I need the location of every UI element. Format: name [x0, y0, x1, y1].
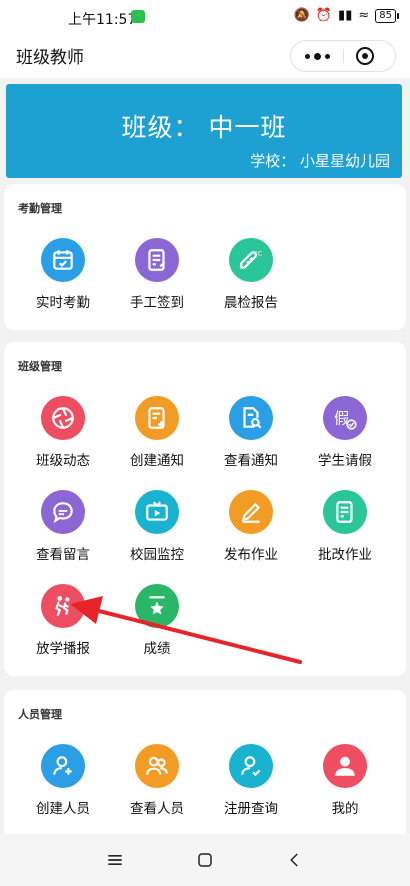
- item-label: 手工签到: [130, 295, 184, 311]
- item-label: 注册查询: [224, 801, 278, 817]
- item-label: 发布作业: [224, 547, 278, 563]
- profile-icon: [323, 744, 367, 788]
- checklist-edit-icon: [135, 238, 179, 282]
- doc-search-icon: [229, 396, 273, 440]
- mute-icon: 🔕: [293, 8, 310, 23]
- grid-item-campus-monitor[interactable]: 校园监控: [110, 490, 204, 563]
- item-label: 创建人员: [36, 801, 90, 817]
- back-icon[interactable]: [283, 848, 307, 872]
- item-label: 创建通知: [130, 453, 184, 469]
- grid-item-student-leave[interactable]: 假 学生请假: [298, 396, 392, 469]
- item-label: 班级动态: [36, 453, 90, 469]
- leave-icon: 假: [323, 396, 367, 440]
- class-management-title: 班级管理: [18, 360, 62, 373]
- status-icons: 🔕 ⏰ ▮▮ ≈ 85: [293, 8, 399, 23]
- item-label: 查看人员: [130, 801, 184, 817]
- grid-item-create-notice[interactable]: 创建通知: [110, 396, 204, 469]
- staff-management-title: 人员管理: [18, 708, 62, 721]
- grid-item-class-updates[interactable]: 班级动态: [16, 396, 110, 469]
- item-label: 我的: [331, 801, 359, 817]
- grid-item-view-messages[interactable]: 查看留言: [16, 490, 110, 563]
- pencil-icon: [229, 490, 273, 534]
- class-name: 班级： 中一班: [121, 113, 287, 142]
- aperture-icon: [41, 396, 85, 440]
- attendance-title: 考勤管理: [18, 202, 62, 215]
- school-name: 学校： 小星星幼儿园: [250, 152, 390, 170]
- battery-level: 85: [375, 9, 399, 23]
- status-time: 上午11:57: [68, 12, 137, 28]
- page-title: 班级教师: [16, 48, 84, 68]
- grid-item-morning-check[interactable]: °C 晨检报告: [204, 238, 298, 311]
- grid-item-create-staff[interactable]: 创建人员: [16, 744, 110, 817]
- close-miniprogram-icon[interactable]: [356, 47, 374, 65]
- grid-item-view-notice[interactable]: 查看通知: [204, 396, 298, 469]
- chat-icon: [41, 490, 85, 534]
- class-banner: 班级： 中一班 学校： 小星星幼儿园: [6, 84, 402, 178]
- grid-item-scores[interactable]: 成绩: [110, 584, 204, 657]
- users-icon: [135, 744, 179, 788]
- svg-text:°C: °C: [254, 250, 262, 258]
- item-label: 实时考勤: [36, 295, 90, 311]
- wifi-icon: ≈: [358, 8, 370, 23]
- recent-apps-icon[interactable]: [103, 848, 127, 872]
- more-menu-icon[interactable]: [291, 41, 343, 71]
- doc-edit-icon: [323, 490, 367, 534]
- grid-item-grade-homework[interactable]: 批改作业: [298, 490, 392, 563]
- item-label: 放学播报: [36, 641, 90, 657]
- wechat-notification-icon: [131, 10, 145, 23]
- thermometer-icon: °C: [229, 238, 273, 282]
- class-management-card: 班级管理 班级动态 创建通知 查看通知 假 学生请假 查看留言 校园监控 发布作…: [4, 342, 406, 676]
- item-label: 校园监控: [130, 547, 184, 563]
- grid-item-view-staff[interactable]: 查看人员: [110, 744, 204, 817]
- item-label: 晨检报告: [224, 295, 278, 311]
- calendar-check-icon: [41, 238, 85, 282]
- home-icon[interactable]: [193, 848, 217, 872]
- alarm-icon: ⏰: [315, 8, 333, 23]
- item-label: 查看留言: [36, 547, 90, 563]
- item-label: 成绩: [143, 641, 171, 657]
- grid-item-manual-signin[interactable]: 手工签到: [110, 238, 204, 311]
- item-label: 学生请假: [318, 453, 372, 469]
- user-check-icon: [229, 744, 273, 788]
- tv-play-icon: [135, 490, 179, 534]
- item-label: 查看通知: [224, 453, 278, 469]
- attendance-card: 考勤管理 实时考勤 手工签到 °C 晨检报告: [4, 184, 406, 330]
- staff-management-card: 人员管理 创建人员 查看人员 注册查询 我的: [4, 690, 406, 840]
- grid-item-my-profile[interactable]: 我的: [298, 744, 392, 817]
- grid-item-realtime-attendance[interactable]: 实时考勤: [16, 238, 110, 311]
- user-add-icon: [41, 744, 85, 788]
- signal-icon: ▮▮: [338, 8, 353, 23]
- grid-item-registration-query[interactable]: 注册查询: [204, 744, 298, 817]
- grid-item-dismissal-broadcast[interactable]: 放学播报: [16, 584, 110, 657]
- status-bar: 上午11:57 🔕 ⏰ ▮▮ ≈ 85: [0, 0, 410, 34]
- grid-item-publish-homework[interactable]: 发布作业: [204, 490, 298, 563]
- star-icon: [135, 584, 179, 628]
- item-label: 批改作业: [318, 547, 372, 563]
- runner-icon: [41, 584, 85, 628]
- nav-bar: 班级教师: [0, 34, 410, 78]
- doc-add-icon: [135, 396, 179, 440]
- capsule-divider: [343, 49, 344, 63]
- system-nav-bar: [0, 834, 410, 886]
- miniprogram-capsule: [290, 40, 396, 72]
